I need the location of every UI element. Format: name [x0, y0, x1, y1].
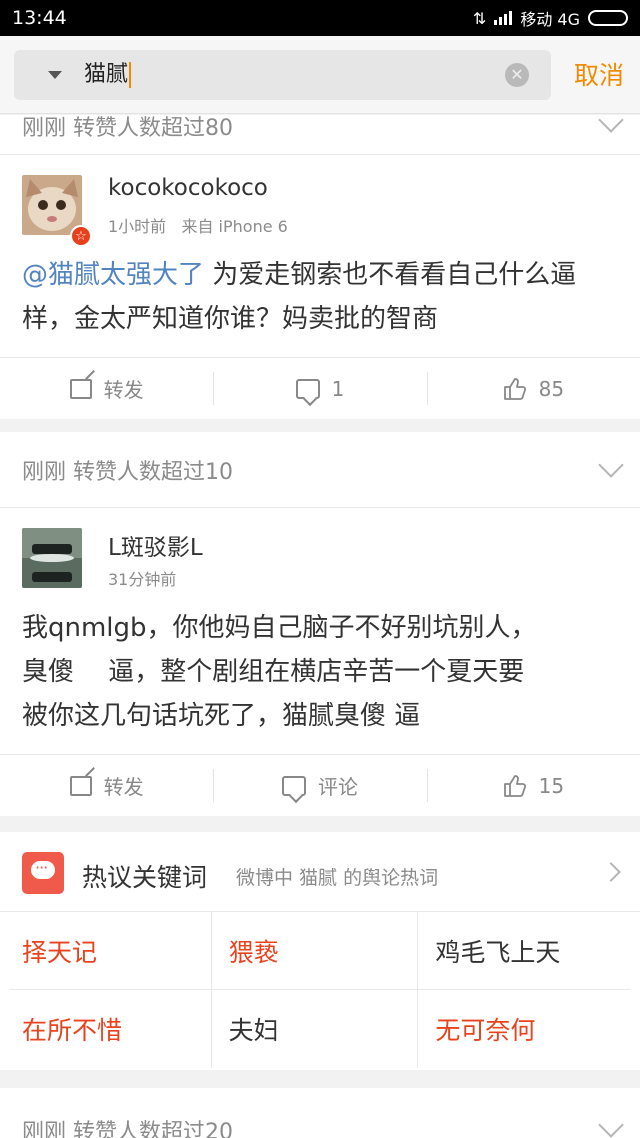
post-line: 臭傻 逼，整个剧组在横店辛苦一个夏天要: [22, 657, 525, 687]
hot-keywords-title: 热议关键词: [82, 863, 208, 892]
like-button[interactable]: 15: [426, 755, 640, 816]
comment-button[interactable]: 1: [213, 358, 426, 419]
thumbs-up-icon: [503, 774, 526, 797]
post-text: @猫腻太强大了 为爱走钢索也不看看自己什么逼样，金太严知道你谁？妈卖批的智商: [0, 253, 640, 341]
search-query[interactable]: 猫腻: [84, 62, 128, 87]
status-bar: 13:44 ⇅ 移动 4G: [0, 0, 640, 36]
hot-keywords-panel: 热议关键词 微博中 猫腻 的舆论热词 择天记 猥亵 鸡毛飞上天 在所不惜 夫妇 …: [0, 832, 640, 1070]
post-time: 31分钟前: [108, 570, 177, 589]
data-transfer-icon: ⇅: [472, 8, 487, 28]
cancel-button[interactable]: 取消: [574, 56, 624, 92]
search-input[interactable]: 猫腻 ✕: [14, 50, 551, 100]
hot-keywords-header[interactable]: 热议关键词 微博中 猫腻 的舆论热词: [0, 832, 640, 912]
verified-badge-icon: ☆: [70, 225, 92, 247]
post-text: 我qnmlgb，你他妈自己脑子不好别坑别人， 臭傻 逼，整个剧组在横店辛苦一个夏…: [0, 606, 640, 738]
repost-label: 转发: [103, 775, 144, 799]
weibo-card: 刚刚 转赞人数超过10 L斑驳影L 31分钟前 我qnmlgb，你他妈自己脑子不…: [0, 432, 640, 816]
chevron-right-icon[interactable]: [601, 862, 621, 882]
card-reason: 刚刚 转赞人数超过20: [22, 1120, 233, 1138]
thumbs-up-icon: [503, 377, 526, 400]
chat-bubble-icon: [22, 852, 64, 894]
like-count: 85: [538, 376, 565, 401]
repost-button[interactable]: 转发: [0, 358, 213, 419]
battery-icon: [588, 10, 628, 26]
keyword-grid: 择天记 猥亵 鸡毛飞上天 在所不惜 夫妇 无可奈何: [10, 912, 630, 1068]
share-icon: [69, 378, 92, 399]
post-line: 被你这几句话坑死了，猫腻臭傻 逼: [22, 701, 421, 731]
dropdown-caret-icon[interactable]: [48, 71, 62, 79]
chevron-down-icon[interactable]: [598, 452, 624, 478]
text-cursor: [129, 62, 132, 88]
action-bar: 转发 评论 15: [0, 754, 640, 816]
card-header-partial: 刚刚 转赞人数超过80: [0, 115, 640, 155]
keyword-item[interactable]: 鸡毛飞上天: [417, 912, 630, 990]
keyword-item[interactable]: 无可奈何: [417, 990, 630, 1068]
action-bar: 转发 1 85: [0, 357, 640, 419]
signal-icon: [494, 11, 513, 25]
keyword-item[interactable]: 夫妇: [210, 990, 424, 1068]
carrier-label: 移动 4G: [520, 10, 580, 29]
like-button[interactable]: 85: [426, 358, 640, 419]
mention-link[interactable]: @猫腻太强大了: [22, 260, 204, 290]
keyword-item[interactable]: 在所不惜: [10, 990, 217, 1068]
post-line: 我qnmlgb，你他妈自己脑子不好别坑别人，: [22, 613, 537, 643]
username[interactable]: kocokocokoco: [108, 175, 268, 201]
status-time: 13:44: [12, 7, 67, 29]
comment-icon: [295, 378, 320, 399]
comment-label: 评论: [317, 775, 358, 799]
card-header: 刚刚 转赞人数超过10: [0, 432, 640, 508]
comment-icon: [281, 775, 306, 796]
comment-count: 1: [331, 376, 345, 401]
comment-button[interactable]: 评论: [213, 755, 426, 816]
chevron-down-icon[interactable]: [598, 115, 624, 133]
like-count: 15: [538, 773, 565, 798]
clear-icon[interactable]: ✕: [505, 63, 529, 87]
weibo-card: 刚刚 转赞人数超过20: [0, 1088, 640, 1138]
repost-label: 转发: [103, 378, 144, 402]
chevron-down-icon[interactable]: [598, 1112, 624, 1138]
keyword-item[interactable]: 择天记: [10, 912, 217, 990]
share-icon: [69, 775, 92, 796]
avatar[interactable]: [22, 175, 82, 235]
username[interactable]: L斑驳影L: [108, 528, 203, 562]
post-time: 1小时前: [108, 217, 167, 236]
post-meta: 1小时前 来自 iPhone 6: [108, 213, 288, 237]
weibo-card: ☆ kocokocokoco 1小时前 来自 iPhone 6 @猫腻太强大了 …: [0, 155, 640, 419]
keyword-item[interactable]: 猥亵: [210, 912, 424, 990]
repost-button[interactable]: 转发: [0, 755, 213, 816]
card-reason: 刚刚 转赞人数超过80: [22, 116, 233, 141]
hot-keywords-subtitle: 微博中 猫腻 的舆论热词: [236, 867, 439, 889]
post-source[interactable]: 来自 iPhone 6: [181, 217, 287, 236]
card-reason: 刚刚 转赞人数超过10: [22, 460, 233, 485]
search-bar: 猫腻 ✕ 取消: [0, 36, 640, 114]
avatar[interactable]: [22, 528, 82, 588]
